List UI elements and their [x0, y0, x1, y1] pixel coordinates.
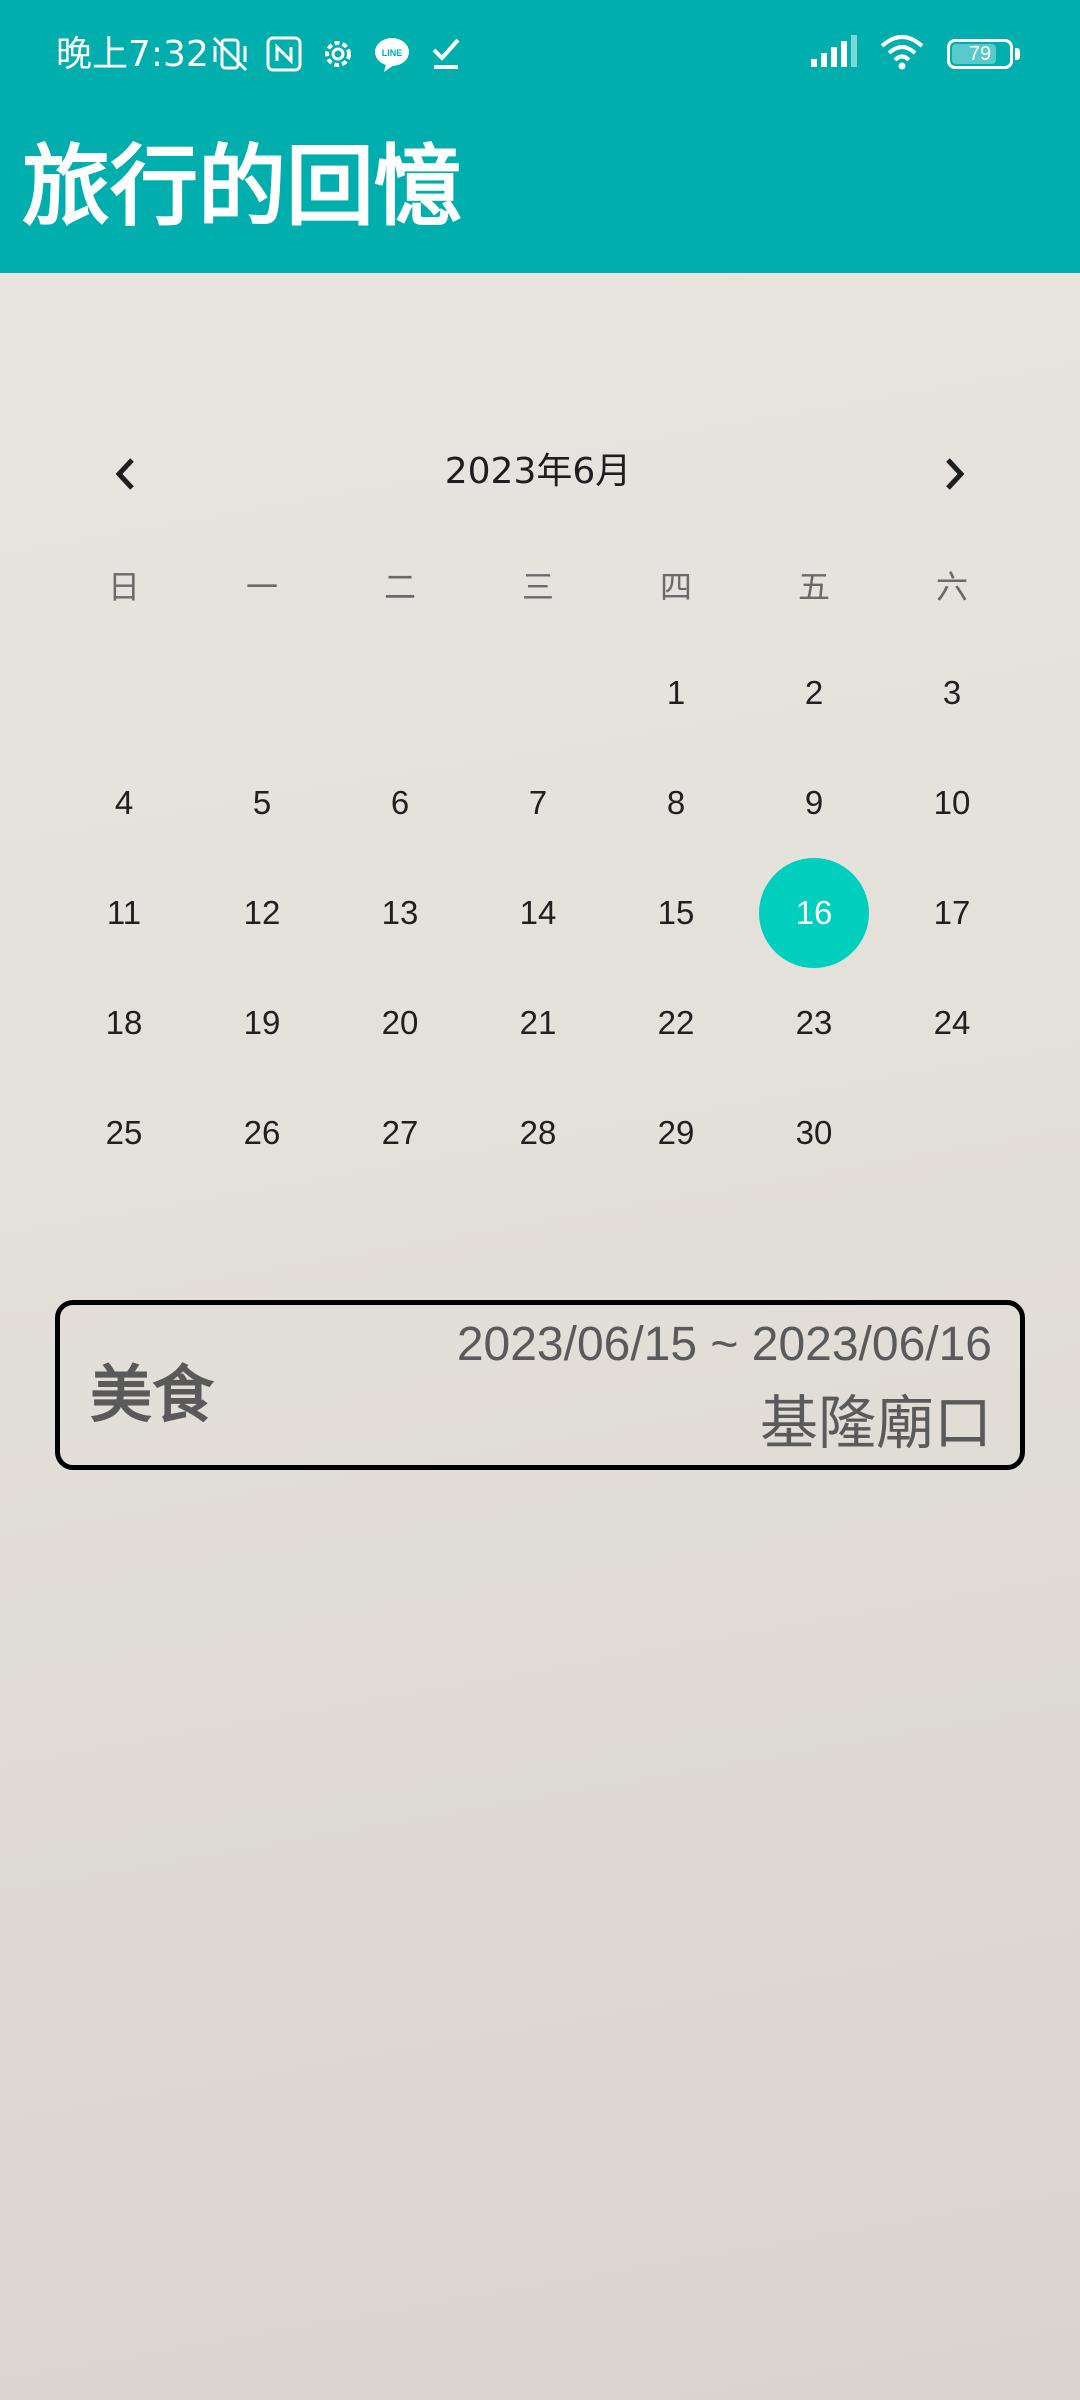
- nfc-icon: [264, 34, 304, 74]
- app-header: 晚上7:32 LINE 79 旅行的回憶: [0, 0, 1080, 273]
- calendar-day-number: 2: [804, 674, 824, 711]
- status-bar: 晚上7:32 LINE 79: [0, 0, 1080, 110]
- calendar-day-number: 23: [795, 1004, 833, 1041]
- calendar-day[interactable]: 4: [55, 748, 193, 858]
- calendar-day-number: 12: [243, 894, 281, 931]
- calendar-day-number: 17: [933, 894, 971, 931]
- calendar-day[interactable]: 24: [883, 968, 1021, 1078]
- memory-card[interactable]: 美食 2023/06/15 ~ 2023/06/16 基隆廟口: [55, 1300, 1025, 1470]
- weekday-label: 六: [935, 568, 968, 606]
- calendar-day[interactable]: 21: [469, 968, 607, 1078]
- weekday-label: 一: [245, 568, 278, 606]
- calendar-weekdays: 日 一 二 三 四 五 六: [55, 562, 1021, 612]
- calendar-day[interactable]: 10: [883, 748, 1021, 858]
- status-time: 晚上7:32: [56, 34, 209, 75]
- signal-icon: [809, 35, 857, 73]
- wifi-icon: [879, 34, 925, 74]
- calendar-day[interactable]: 8: [607, 748, 745, 858]
- calendar-day-number: 21: [519, 1004, 557, 1041]
- weekday-label: 日: [107, 568, 140, 606]
- next-month-button[interactable]: [925, 444, 985, 504]
- calendar-day[interactable]: 22: [607, 968, 745, 1078]
- calendar-day-number: 28: [519, 1114, 557, 1151]
- calendar-empty-cell: [193, 638, 331, 748]
- settings-icon: [318, 34, 358, 74]
- calendar-day-number: 14: [519, 894, 557, 931]
- calendar-day[interactable]: 9: [745, 748, 883, 858]
- calendar-empty-cell: [883, 1078, 1021, 1188]
- battery-icon: 79: [947, 39, 1020, 69]
- calendar-day[interactable]: 23: [745, 968, 883, 1078]
- memory-date-range: 2023/06/15 ~ 2023/06/16: [456, 1318, 992, 1371]
- calendar-day[interactable]: 5: [193, 748, 331, 858]
- calendar-day-number: 3: [942, 674, 962, 711]
- chevron-right-icon: [946, 458, 965, 490]
- weekday-label: 五: [797, 568, 830, 606]
- status-icons-right: 79: [809, 34, 1020, 74]
- calendar-day-number: 9: [804, 784, 824, 821]
- calendar-day[interactable]: 15: [607, 858, 745, 968]
- memory-category: 美食: [90, 1358, 215, 1431]
- calendar-day-number: 20: [381, 1004, 419, 1041]
- calendar-day[interactable]: 7: [469, 748, 607, 858]
- calendar-day-number: 5: [252, 784, 272, 821]
- calendar-day[interactable]: 11: [55, 858, 193, 968]
- calendar-day-number: 19: [243, 1004, 281, 1041]
- calendar-day[interactable]: 29: [607, 1078, 745, 1188]
- calendar-day[interactable]: 2: [745, 638, 883, 748]
- check-icon: [426, 34, 466, 74]
- calendar-empty-cell: [331, 638, 469, 748]
- calendar-day[interactable]: 12: [193, 858, 331, 968]
- calendar-day-number: 1: [666, 674, 686, 711]
- calendar-day[interactable]: 14: [469, 858, 607, 968]
- memory-place: 基隆廟口: [759, 1389, 992, 1457]
- calendar-day-number: 26: [243, 1114, 281, 1151]
- calendar-day-number: 27: [381, 1114, 419, 1151]
- line-app-icon: LINE: [372, 34, 412, 74]
- calendar-grid: 1 2 3 4 5 6 7 8 9 10 11 12 13 14 15 16 17 18 19 20 21 22 23 24 2…: [55, 638, 1021, 1188]
- calendar-day-number: 13: [381, 894, 419, 931]
- calendar-day[interactable]: 26: [193, 1078, 331, 1188]
- calendar-day-number: 22: [657, 1004, 695, 1041]
- calendar-day-number: 4: [114, 784, 134, 821]
- calendar-day-number: 30: [795, 1114, 833, 1151]
- calendar-day[interactable]: 27: [331, 1078, 469, 1188]
- weekday-label: 三: [521, 568, 554, 606]
- calendar-day[interactable]: 13: [331, 858, 469, 968]
- calendar-day[interactable]: 6: [331, 748, 469, 858]
- calendar-day-number: 24: [933, 1004, 971, 1041]
- calendar-day[interactable]: 17: [883, 858, 1021, 968]
- battery-level-text: 79: [968, 42, 992, 65]
- calendar-empty-cell: [55, 638, 193, 748]
- app-title: 旅行的回憶: [22, 135, 463, 238]
- calendar-day[interactable]: 30: [745, 1078, 883, 1188]
- svg-text:LINE: LINE: [382, 48, 403, 58]
- weekday-label: 四: [659, 568, 692, 606]
- calendar-empty-cell: [469, 638, 607, 748]
- calendar-day-number: 18: [105, 1004, 143, 1041]
- calendar-day[interactable]: 18: [55, 968, 193, 1078]
- calendar-day[interactable]: 3: [883, 638, 1021, 748]
- vibrate-off-icon: [210, 34, 250, 74]
- calendar-day[interactable]: 25: [55, 1078, 193, 1188]
- calendar-day-number: 7: [528, 784, 548, 821]
- calendar-day-number: 11: [106, 894, 142, 931]
- calendar-day-number: 8: [666, 784, 686, 821]
- battery-indicator: 79: [947, 39, 1013, 69]
- calendar-month-label: 2023年6月: [444, 451, 632, 492]
- battery-tip: [1015, 48, 1020, 60]
- weekday-label: 二: [383, 568, 416, 606]
- calendar-day[interactable]: 19: [193, 968, 331, 1078]
- calendar-day-selected[interactable]: 16: [745, 858, 883, 968]
- calendar-day-number: 15: [657, 894, 695, 931]
- calendar-day[interactable]: 1: [607, 638, 745, 748]
- calendar-day[interactable]: 28: [469, 1078, 607, 1188]
- calendar-day-number: 10: [933, 784, 971, 821]
- calendar-day-number: 6: [390, 784, 410, 821]
- calendar-day-number: 16: [795, 894, 833, 931]
- calendar-day-number: 29: [657, 1114, 695, 1151]
- status-icons-left: LINE: [210, 34, 466, 74]
- calendar-day-number: 25: [105, 1114, 143, 1151]
- calendar-day[interactable]: 20: [331, 968, 469, 1078]
